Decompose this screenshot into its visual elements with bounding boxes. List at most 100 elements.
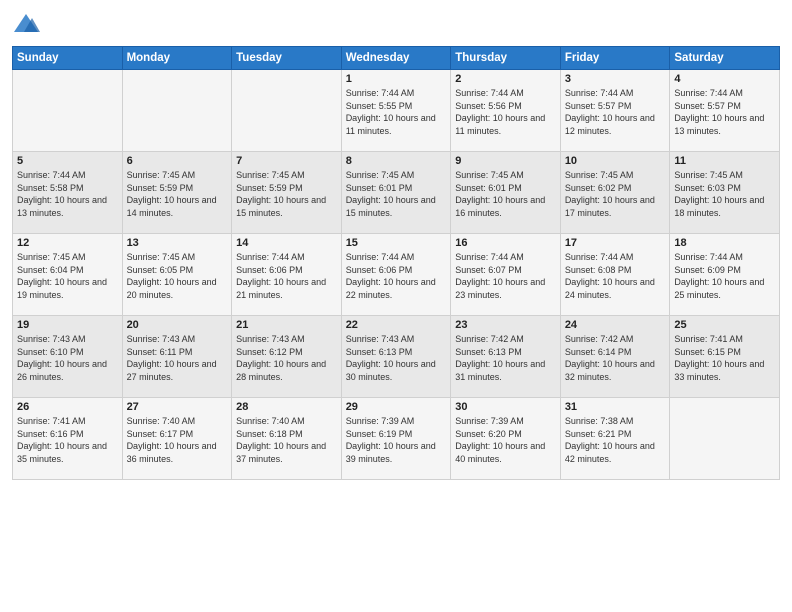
calendar-cell: 15Sunrise: 7:44 AM Sunset: 6:06 PM Dayli… bbox=[341, 234, 451, 316]
logo-icon bbox=[12, 10, 40, 38]
day-number: 28 bbox=[236, 401, 337, 413]
day-info: Sunrise: 7:45 AM Sunset: 6:03 PM Dayligh… bbox=[674, 169, 775, 219]
calendar-cell: 27 Sunrise: 7:40 AM Sunset: 6:17 PM Dayli… bbox=[122, 398, 232, 480]
calendar-week-row: 1Sunrise: 7:44 AM Sunset: 5:55 PM Daylig… bbox=[13, 70, 780, 152]
day-number: 17 bbox=[565, 237, 666, 249]
day-number: 30 bbox=[455, 401, 556, 413]
calendar-cell: 20Sunrise: 7:43 AM Sunset: 6:11 PM Dayli… bbox=[122, 316, 232, 398]
day-info: Sunrise: 7:45 AM Sunset: 6:01 PM Dayligh… bbox=[346, 169, 447, 219]
day-number: 14 bbox=[236, 237, 337, 249]
day-info: Sunrise: 7:43 AM Sunset: 6:10 PM Dayligh… bbox=[17, 333, 118, 383]
day-number: 10 bbox=[565, 155, 666, 167]
weekday-header-sunday: Sunday bbox=[13, 47, 123, 70]
day-info: Sunrise: 7:45 AM Sunset: 6:04 PM Dayligh… bbox=[17, 251, 118, 301]
day-number: 2 bbox=[455, 73, 556, 85]
calendar-cell: 23 Sunrise: 7:42 AM Sunset: 6:13 PM Dayli… bbox=[451, 316, 561, 398]
calendar-cell: 29 Sunrise: 7:39 AM Sunset: 6:19 PM Dayli… bbox=[341, 398, 451, 480]
calendar-week-row: 12 Sunrise: 7:45 AM Sunset: 6:04 PM Dayli… bbox=[13, 234, 780, 316]
calendar-cell: 18Sunrise: 7:44 AM Sunset: 6:09 PM Dayli… bbox=[670, 234, 780, 316]
calendar-cell: 1Sunrise: 7:44 AM Sunset: 5:55 PM Daylig… bbox=[341, 70, 451, 152]
day-info: Sunrise: 7:41 AM Sunset: 6:16 PM Dayligh… bbox=[17, 415, 118, 465]
day-number: 25 bbox=[674, 319, 775, 331]
day-info: Sunrise: 7:44 AM Sunset: 5:55 PM Dayligh… bbox=[346, 87, 447, 137]
calendar-cell: 31 Sunrise: 7:38 AM Sunset: 6:21 PM Dayli… bbox=[560, 398, 670, 480]
day-info: Sunrise: 7:44 AM Sunset: 6:07 PM Dayligh… bbox=[455, 251, 556, 301]
day-number: 13 bbox=[127, 237, 228, 249]
day-info: Sunrise: 7:43 AM Sunset: 6:13 PM Dayligh… bbox=[346, 333, 447, 383]
day-info: Sunrise: 7:42 AM Sunset: 6:14 PM Dayligh… bbox=[565, 333, 666, 383]
day-number: 24 bbox=[565, 319, 666, 331]
day-info: Sunrise: 7:44 AM Sunset: 5:57 PM Dayligh… bbox=[565, 87, 666, 137]
day-number: 29 bbox=[346, 401, 447, 413]
day-info: Sunrise: 7:42 AM Sunset: 6:13 PM Dayligh… bbox=[455, 333, 556, 383]
day-info: Sunrise: 7:40 AM Sunset: 6:17 PM Dayligh… bbox=[127, 415, 228, 465]
calendar-cell: 22 Sunrise: 7:43 AM Sunset: 6:13 PM Dayli… bbox=[341, 316, 451, 398]
weekday-header-tuesday: Tuesday bbox=[232, 47, 342, 70]
calendar-cell: 25 Sunrise: 7:41 AM Sunset: 6:15 PM Dayli… bbox=[670, 316, 780, 398]
calendar-cell: 17 Sunrise: 7:44 AM Sunset: 6:08 PM Dayli… bbox=[560, 234, 670, 316]
calendar-week-row: 19 Sunrise: 7:43 AM Sunset: 6:10 PM Dayli… bbox=[13, 316, 780, 398]
day-info: Sunrise: 7:39 AM Sunset: 6:20 PM Dayligh… bbox=[455, 415, 556, 465]
calendar-cell: 13 Sunrise: 7:45 AM Sunset: 6:05 PM Dayli… bbox=[122, 234, 232, 316]
day-number: 27 bbox=[127, 401, 228, 413]
calendar-cell: 24 Sunrise: 7:42 AM Sunset: 6:14 PM Dayli… bbox=[560, 316, 670, 398]
calendar-container: SundayMondayTuesdayWednesdayThursdayFrid… bbox=[0, 0, 792, 488]
calendar-cell: 6 Sunrise: 7:45 AM Sunset: 5:59 PM Daylig… bbox=[122, 152, 232, 234]
calendar-table: SundayMondayTuesdayWednesdayThursdayFrid… bbox=[12, 46, 780, 480]
day-number: 9 bbox=[455, 155, 556, 167]
day-info: Sunrise: 7:44 AM Sunset: 6:09 PM Dayligh… bbox=[674, 251, 775, 301]
day-info: Sunrise: 7:41 AM Sunset: 6:15 PM Dayligh… bbox=[674, 333, 775, 383]
day-number: 3 bbox=[565, 73, 666, 85]
day-number: 23 bbox=[455, 319, 556, 331]
calendar-cell: 3 Sunrise: 7:44 AM Sunset: 5:57 PM Daylig… bbox=[560, 70, 670, 152]
day-info: Sunrise: 7:45 AM Sunset: 5:59 PM Dayligh… bbox=[127, 169, 228, 219]
weekday-header-row: SundayMondayTuesdayWednesdayThursdayFrid… bbox=[13, 47, 780, 70]
weekday-header-friday: Friday bbox=[560, 47, 670, 70]
calendar-cell: 19 Sunrise: 7:43 AM Sunset: 6:10 PM Dayli… bbox=[13, 316, 123, 398]
weekday-header-wednesday: Wednesday bbox=[341, 47, 451, 70]
calendar-cell: 14 Sunrise: 7:44 AM Sunset: 6:06 PM Dayli… bbox=[232, 234, 342, 316]
day-number: 11 bbox=[674, 155, 775, 167]
calendar-cell: 5Sunrise: 7:44 AM Sunset: 5:58 PM Daylig… bbox=[13, 152, 123, 234]
day-number: 19 bbox=[17, 319, 118, 331]
day-number: 4 bbox=[674, 73, 775, 85]
day-info: Sunrise: 7:45 AM Sunset: 5:59 PM Dayligh… bbox=[236, 169, 337, 219]
day-number: 16 bbox=[455, 237, 556, 249]
day-info: Sunrise: 7:44 AM Sunset: 5:56 PM Dayligh… bbox=[455, 87, 556, 137]
calendar-cell: 8 Sunrise: 7:45 AM Sunset: 6:01 PM Daylig… bbox=[341, 152, 451, 234]
calendar-cell: 2 Sunrise: 7:44 AM Sunset: 5:56 PM Daylig… bbox=[451, 70, 561, 152]
calendar-cell: 30 Sunrise: 7:39 AM Sunset: 6:20 PM Dayli… bbox=[451, 398, 561, 480]
calendar-cell bbox=[122, 70, 232, 152]
day-number: 12 bbox=[17, 237, 118, 249]
day-number: 8 bbox=[346, 155, 447, 167]
day-number: 5 bbox=[17, 155, 118, 167]
calendar-cell bbox=[13, 70, 123, 152]
day-info: Sunrise: 7:44 AM Sunset: 5:57 PM Dayligh… bbox=[674, 87, 775, 137]
calendar-cell: 7Sunrise: 7:45 AM Sunset: 5:59 PM Daylig… bbox=[232, 152, 342, 234]
calendar-week-row: 26 Sunrise: 7:41 AM Sunset: 6:16 PM Dayli… bbox=[13, 398, 780, 480]
day-number: 31 bbox=[565, 401, 666, 413]
day-number: 22 bbox=[346, 319, 447, 331]
day-info: Sunrise: 7:44 AM Sunset: 6:06 PM Dayligh… bbox=[346, 251, 447, 301]
day-info: Sunrise: 7:43 AM Sunset: 6:11 PM Dayligh… bbox=[127, 333, 228, 383]
calendar-cell: 10 Sunrise: 7:45 AM Sunset: 6:02 PM Dayli… bbox=[560, 152, 670, 234]
day-info: Sunrise: 7:45 AM Sunset: 6:05 PM Dayligh… bbox=[127, 251, 228, 301]
day-info: Sunrise: 7:38 AM Sunset: 6:21 PM Dayligh… bbox=[565, 415, 666, 465]
day-info: Sunrise: 7:44 AM Sunset: 6:06 PM Dayligh… bbox=[236, 251, 337, 301]
day-number: 6 bbox=[127, 155, 228, 167]
day-info: Sunrise: 7:39 AM Sunset: 6:19 PM Dayligh… bbox=[346, 415, 447, 465]
calendar-cell: 21 Sunrise: 7:43 AM Sunset: 6:12 PM Dayli… bbox=[232, 316, 342, 398]
calendar-cell: 11 Sunrise: 7:45 AM Sunset: 6:03 PM Dayli… bbox=[670, 152, 780, 234]
day-info: Sunrise: 7:44 AM Sunset: 6:08 PM Dayligh… bbox=[565, 251, 666, 301]
weekday-header-thursday: Thursday bbox=[451, 47, 561, 70]
day-number: 21 bbox=[236, 319, 337, 331]
calendar-cell: 4 Sunrise: 7:44 AM Sunset: 5:57 PM Daylig… bbox=[670, 70, 780, 152]
day-number: 26 bbox=[17, 401, 118, 413]
calendar-cell: 9Sunrise: 7:45 AM Sunset: 6:01 PM Daylig… bbox=[451, 152, 561, 234]
day-info: Sunrise: 7:45 AM Sunset: 6:02 PM Dayligh… bbox=[565, 169, 666, 219]
day-info: Sunrise: 7:43 AM Sunset: 6:12 PM Dayligh… bbox=[236, 333, 337, 383]
calendar-cell: 12 Sunrise: 7:45 AM Sunset: 6:04 PM Dayli… bbox=[13, 234, 123, 316]
day-info: Sunrise: 7:40 AM Sunset: 6:18 PM Dayligh… bbox=[236, 415, 337, 465]
header bbox=[12, 10, 780, 38]
weekday-header-saturday: Saturday bbox=[670, 47, 780, 70]
